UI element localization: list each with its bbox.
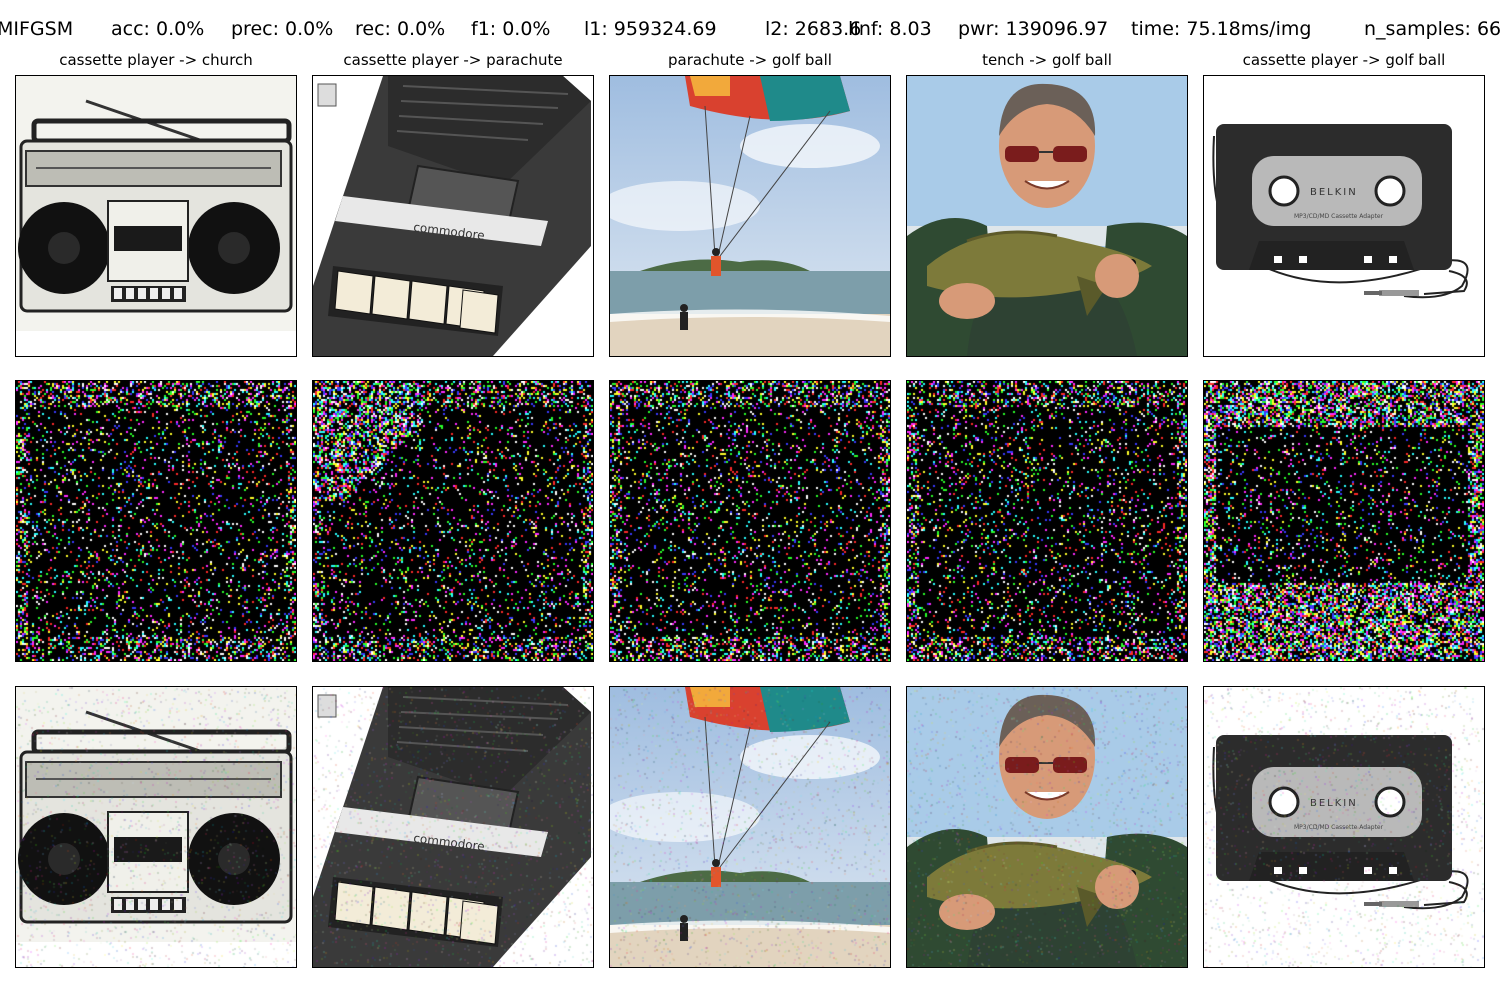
perturbation-noise-1: [16, 381, 296, 661]
perturbation-noise-2: [313, 381, 593, 661]
original-image-5: BELKIN MP3/CD/MD Cassette Adapter: [1203, 75, 1485, 357]
column-title-3: parachute -> golf ball: [609, 50, 891, 70]
adversarial-image-4: [906, 686, 1188, 968]
f1-metric: f1: 0.0%: [471, 14, 551, 44]
adversarial-noise-overlay: [313, 687, 593, 967]
perturbation-noise-3: [610, 381, 890, 661]
fish-image: [907, 76, 1187, 356]
original-image-2: commodore: [312, 75, 594, 357]
original-image-3: [609, 75, 891, 357]
original-image-1: [15, 75, 297, 357]
adversarial-image-3: [609, 686, 891, 968]
column-title-5: cassette player -> golf ball: [1203, 50, 1485, 70]
perturbation-noise-5: [1204, 381, 1484, 661]
adversarial-image-5: BELKIN MP3/CD/MD Cassette Adapter: [1203, 686, 1485, 968]
adversarial-noise-overlay: [1204, 687, 1484, 967]
belkin-logo: BELKIN: [1310, 187, 1358, 198]
n-samples-metric: n_samples: 66: [1364, 14, 1500, 44]
cassette-adapter-image: BELKIN MP3/CD/MD Cassette Adapter: [1204, 76, 1484, 356]
adversarial-noise-overlay: [610, 687, 890, 967]
perturbation-image-3: [609, 380, 891, 662]
adversarial-image-1: [15, 686, 297, 968]
perturbation-image-5: [1203, 380, 1485, 662]
perturbation-image-1: [15, 380, 297, 662]
linf-metric: lInf: 8.03: [848, 14, 932, 44]
metrics-header: MIFGSM acc: 0.0% prec: 0.0% rec: 0.0% f1…: [0, 14, 1500, 44]
precision-metric: prec: 0.0%: [231, 14, 333, 44]
adversarial-image-2: commodore: [312, 686, 594, 968]
column-title-1: cassette player -> church: [15, 50, 297, 70]
column-title-4: tench -> golf ball: [906, 50, 1188, 70]
adversarial-noise-overlay: [16, 687, 296, 967]
adapter-caption: MP3/CD/MD Cassette Adapter: [1294, 213, 1384, 220]
method-name: MIFGSM: [0, 14, 73, 44]
perturbation-image-4: [906, 380, 1188, 662]
accuracy-metric: acc: 0.0%: [111, 14, 204, 44]
time-metric: time: 75.18ms/img: [1131, 14, 1311, 44]
power-metric: pwr: 139096.97: [958, 14, 1108, 44]
original-image-4: [906, 75, 1188, 357]
tape-deck-image: commodore: [313, 76, 593, 356]
l2-metric: l2: 2683.6: [765, 14, 861, 44]
boombox-image: [16, 76, 296, 356]
adversarial-noise-overlay: [907, 687, 1187, 967]
perturbation-noise-4: [907, 381, 1187, 661]
column-title-2: cassette player -> parachute: [312, 50, 594, 70]
l1-metric: l1: 959324.69: [584, 14, 717, 44]
recall-metric: rec: 0.0%: [355, 14, 445, 44]
parasailing-image: [610, 76, 890, 356]
perturbation-image-2: [312, 380, 594, 662]
